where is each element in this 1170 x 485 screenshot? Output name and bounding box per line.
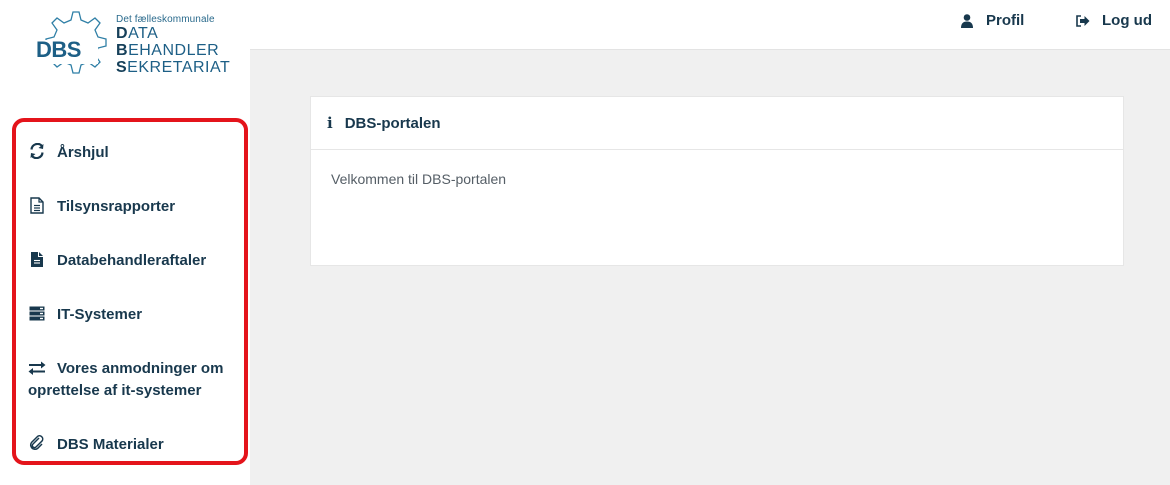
top-bar: Profil Log ud (250, 0, 1170, 50)
info-icon: i (327, 114, 333, 132)
refresh-icon (28, 142, 46, 160)
welcome-panel: i DBS-portalen Velkommen til DBS-portale… (310, 96, 1124, 266)
logout-link[interactable]: Log ud (1076, 12, 1152, 29)
logo-tagline: Det fælleskommunale (116, 14, 215, 25)
sidebar-item-tilsynsrapporter[interactable]: Tilsynsrapporter (12, 196, 175, 218)
sidebar: DBS Det fælleskommunale DATA BEHANDLER S… (0, 0, 250, 485)
logo-badge: DBS (36, 37, 81, 62)
document-outline-icon (28, 196, 46, 214)
profile-label: Profil (986, 12, 1025, 29)
logo-wordmark: Det fælleskommunale DATA BEHANDLER SEKRE… (116, 14, 231, 76)
main-content: Profil Log ud i DBS-portalen Velkommen t… (250, 0, 1170, 485)
logout-label: Log ud (1102, 12, 1152, 29)
sidebar-item-dbs-materialer[interactable]: DBS Materialer (12, 434, 164, 456)
panel-header: i DBS-portalen (311, 97, 1123, 150)
document-filled-icon (28, 250, 46, 268)
dbs-logo[interactable]: DBS Det fælleskommunale DATA BEHANDLER S… (30, 6, 230, 90)
panel-title: DBS-portalen (344, 114, 441, 132)
sidebar-item-anmodninger[interactable]: Vores anmodninger om oprettelse af it-sy… (12, 358, 232, 402)
server-icon (28, 304, 46, 322)
sidebar-item-label: IT-Systemer (57, 306, 143, 323)
sign-out-icon (1076, 14, 1090, 28)
profile-link[interactable]: Profil (960, 12, 1024, 29)
sidebar-item-databehandleraftaler[interactable]: Databehandleraftaler (12, 250, 206, 272)
sidebar-item-label: DBS Materialer (57, 436, 164, 453)
sidebar-item-label: Tilsynsrapporter (57, 198, 176, 215)
sidebar-item-label: Vores anmodninger om oprettelse af it-sy… (28, 359, 224, 399)
sidebar-item-label: Databehandleraftaler (57, 252, 207, 269)
sidebar-item-it-systemer[interactable]: IT-Systemer (12, 304, 142, 326)
red-highlight-annotation (12, 118, 248, 465)
exchange-arrows-icon (28, 359, 46, 377)
sidebar-item-arshjul[interactable]: Årshjul (12, 142, 109, 164)
panel-body: Velkommen til DBS-portalen (331, 171, 507, 187)
paperclip-icon (28, 434, 46, 452)
sidebar-item-label: Årshjul (57, 144, 109, 161)
user-icon (960, 13, 974, 28)
